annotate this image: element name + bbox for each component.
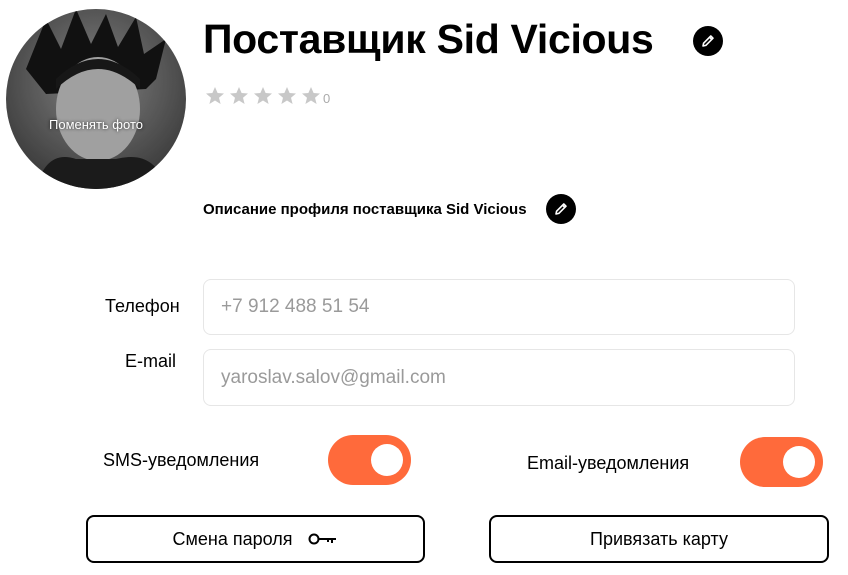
toggle-knob bbox=[371, 444, 403, 476]
email-label: E-mail bbox=[125, 351, 177, 371]
pencil-icon bbox=[555, 203, 567, 215]
rating: 0 bbox=[205, 85, 330, 106]
sms-notifications-toggle[interactable] bbox=[328, 435, 411, 485]
phone-label: Телефон bbox=[105, 296, 180, 316]
link-card-label: Привязать карту bbox=[590, 528, 728, 549]
change-password-button[interactable]: Смена пароля bbox=[86, 515, 425, 563]
edit-description-button[interactable] bbox=[546, 194, 576, 224]
star-icon bbox=[254, 86, 272, 104]
link-card-button[interactable]: Привязать карту bbox=[489, 515, 829, 563]
star-icon bbox=[230, 86, 248, 104]
star-icon bbox=[206, 86, 224, 104]
rating-count: 0 bbox=[323, 91, 331, 106]
email-notifications-label: Email-уведомления bbox=[527, 453, 690, 473]
change-password-label: Смена пароля bbox=[172, 528, 293, 549]
sms-notifications-label: SMS-уведомления bbox=[103, 450, 260, 470]
edit-title-button[interactable] bbox=[693, 26, 723, 56]
email-notifications-toggle[interactable] bbox=[740, 437, 823, 487]
avatar[interactable]: Поменять фото bbox=[6, 9, 186, 189]
star-icon bbox=[302, 86, 320, 104]
pencil-icon bbox=[702, 35, 714, 47]
email-input[interactable] bbox=[203, 349, 795, 406]
star-icon bbox=[278, 86, 296, 104]
toggle-knob bbox=[783, 446, 815, 478]
change-photo-label: Поменять фото bbox=[49, 117, 143, 132]
key-icon bbox=[308, 533, 337, 545]
avatar-photo bbox=[6, 9, 186, 189]
phone-input[interactable] bbox=[203, 279, 795, 335]
profile-description: Описание профиля поставщика Sid Vicious bbox=[203, 201, 527, 218]
page-title: Поставщик Sid Vicious bbox=[203, 16, 654, 62]
